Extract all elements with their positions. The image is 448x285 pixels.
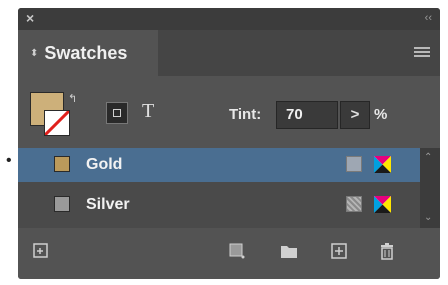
load-swatches-icon[interactable] [32, 242, 50, 260]
cmyk-mode-icon [374, 196, 391, 213]
new-color-group-icon[interactable] [228, 242, 246, 260]
tint-unit: % [374, 106, 388, 123]
swatch-name: Gold [86, 156, 123, 173]
swatch-list: Gold Silver [18, 148, 420, 228]
list-item[interactable]: Gold [18, 148, 420, 182]
list-bullet: • [6, 152, 12, 169]
formatting-affects-text-icon[interactable]: T [142, 100, 154, 123]
panel-resize-icon: ⬍ [30, 47, 39, 59]
tab-bar: ⬍ Swatches [18, 30, 440, 76]
close-icon[interactable]: × [26, 10, 34, 26]
folder-icon[interactable] [280, 242, 298, 260]
stroke-swatch[interactable] [44, 110, 70, 136]
swatch-chip [54, 156, 70, 172]
panel-menu-icon[interactable] [414, 47, 430, 58]
panel-footer [18, 228, 440, 279]
new-swatch-icon[interactable] [330, 242, 348, 260]
list-item[interactable]: Silver [18, 188, 420, 222]
panel-titlebar: × ‹‹ [18, 8, 440, 30]
fill-stroke-widget: ↰ [30, 92, 82, 148]
trash-icon[interactable] [378, 242, 396, 260]
spot-color-icon [346, 196, 362, 212]
chevron-down-icon[interactable]: ⌄ [424, 212, 432, 223]
swatch-chip [54, 196, 70, 212]
swatch-name: Silver [86, 196, 130, 213]
chevron-up-icon[interactable]: ⌃ [424, 152, 432, 163]
swatches-panel: × ‹‹ ⬍ Swatches ↰ T Tint: 70 > % Gold Si… [18, 8, 440, 279]
process-color-icon [346, 156, 362, 172]
swap-fill-stroke-icon[interactable]: ↰ [68, 92, 77, 105]
tint-slider-button[interactable]: > [340, 101, 370, 129]
none-slash-icon [45, 111, 69, 135]
scrollbar[interactable]: ⌃ ⌄ [420, 148, 440, 228]
collapse-icon[interactable]: ‹‹ [425, 12, 432, 24]
tint-input[interactable]: 70 [276, 101, 338, 129]
tab-label: Swatches [44, 42, 128, 63]
tint-label: Tint: [229, 106, 262, 123]
cmyk-mode-icon [374, 156, 391, 173]
formatting-affects-container-icon[interactable] [106, 102, 128, 124]
tab-swatches[interactable]: ⬍ Swatches [18, 30, 158, 76]
